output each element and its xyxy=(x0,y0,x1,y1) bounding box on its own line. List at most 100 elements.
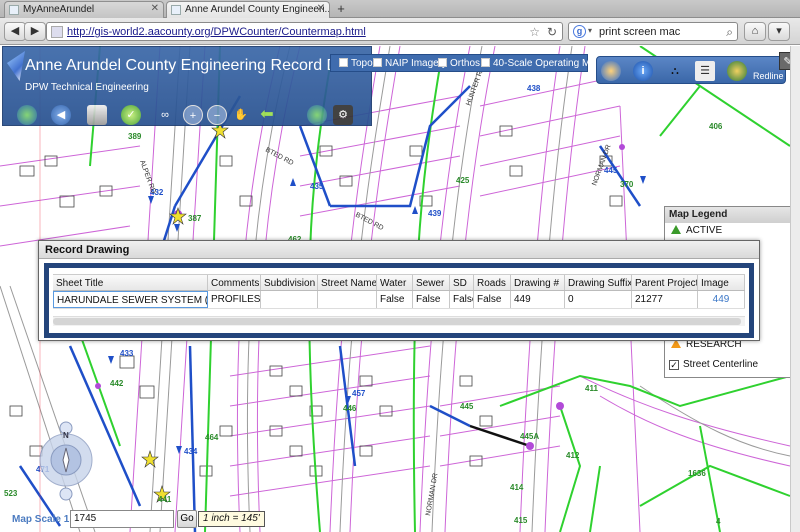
checkbox[interactable] xyxy=(481,58,490,67)
forward-button[interactable]: ▶ xyxy=(24,22,46,41)
scale-ratio: 1 inch = 145' xyxy=(198,511,265,527)
navigation-compass[interactable]: N xyxy=(38,418,94,502)
column-header[interactable]: Sewer xyxy=(413,275,450,290)
identify-icon[interactable] xyxy=(601,61,621,81)
column-header[interactable]: Comments xyxy=(208,275,261,290)
grid-header: Sheet Title Comments Subdivision Street … xyxy=(53,274,745,291)
table-cell[interactable] xyxy=(261,291,318,308)
map-label: 1636 xyxy=(688,469,706,478)
measure-icon[interactable]: ⛬ xyxy=(665,61,685,81)
bookmark-star-icon[interactable]: ☆ xyxy=(529,25,540,39)
list-icon[interactable]: ☰ xyxy=(695,61,715,81)
check-icon[interactable]: ✓ xyxy=(121,105,141,125)
settings-icon[interactable]: ⚙ xyxy=(333,105,353,125)
image-link[interactable]: 449 xyxy=(698,291,745,308)
full-extent-globe-icon[interactable] xyxy=(17,105,37,125)
table-cell[interactable]: PROFILES xyxy=(208,291,261,308)
globe-icon[interactable] xyxy=(307,105,327,125)
scale-input[interactable]: 1745 xyxy=(70,510,174,528)
legend-title: Map Legend xyxy=(665,207,796,223)
layer-40-scale[interactable]: 40-Scale Operating Maps xyxy=(481,58,606,69)
new-tab-button[interactable]: + xyxy=(332,1,350,17)
redline-globe-icon[interactable] xyxy=(727,61,747,81)
column-header[interactable]: Roads xyxy=(474,275,511,290)
legend-label: Street Centerline xyxy=(683,359,759,370)
horizontal-scrollbar[interactable] xyxy=(53,316,745,326)
address-bar[interactable]: http://gis-world2.aacounty.org/DPWCounte… xyxy=(46,22,563,41)
table-cell[interactable]: False xyxy=(474,291,511,308)
layer-orthos[interactable]: Orthos xyxy=(438,58,480,69)
column-header[interactable]: Image xyxy=(698,275,745,290)
chevron-down-icon[interactable]: ▾ xyxy=(588,26,592,35)
go-button[interactable]: Go xyxy=(177,510,197,528)
layer-naip-imagery[interactable]: NAIP Imagery xyxy=(373,58,447,69)
back-button[interactable]: ◀ xyxy=(4,22,26,41)
reload-icon[interactable]: ↻ xyxy=(547,25,557,39)
vertical-scrollbar[interactable] xyxy=(790,46,800,532)
column-header[interactable]: SD xyxy=(450,275,474,290)
column-header[interactable]: Street Name xyxy=(318,275,377,290)
map-label: 433 xyxy=(120,349,134,358)
table-cell[interactable]: 21277 xyxy=(632,291,698,308)
map-label: 412 xyxy=(566,451,580,460)
map-label: 523 xyxy=(4,489,18,498)
tab-label: Anne Arundel County Engineeri... xyxy=(185,4,330,15)
table-row[interactable]: HARUNDALE SEWER SYSTEM (SEWER) PROFILES … xyxy=(53,291,745,309)
right-toolbar: i ⛬ ☰ Redline xyxy=(596,56,786,84)
table-cell[interactable]: False xyxy=(413,291,450,308)
map-label: 445A xyxy=(520,432,539,441)
column-header[interactable]: Sheet Title xyxy=(53,275,208,290)
column-header[interactable]: Drawing Suffix xyxy=(565,275,632,290)
column-header[interactable]: Parent Project xyxy=(632,275,698,290)
column-header[interactable]: Water xyxy=(377,275,413,290)
tab-engineering[interactable]: Anne Arundel County Engineeri... ✕ xyxy=(166,1,330,18)
home-button[interactable]: ⌂ xyxy=(744,22,766,41)
scale-bar: Map Scale 1: 1745 Go 1 inch = 145' xyxy=(0,508,270,532)
search-input[interactable]: print screen mac xyxy=(599,26,680,38)
tab-myannearundel[interactable]: MyAnneArundel ✕ xyxy=(4,1,164,18)
table-cell[interactable] xyxy=(318,291,377,308)
column-header[interactable]: Subdivision xyxy=(261,275,318,290)
map-label: 370 xyxy=(620,180,634,189)
table-cell[interactable]: False xyxy=(377,291,413,308)
layer-topo[interactable]: Topo xyxy=(339,58,373,69)
table-cell[interactable]: 449 xyxy=(511,291,565,308)
scrollbar-thumb[interactable] xyxy=(53,318,741,325)
compass-graphic: N xyxy=(39,421,93,501)
legend-label: ACTIVE xyxy=(686,225,723,236)
zoom-out-icon[interactable]: − xyxy=(207,105,227,125)
column-header[interactable]: Drawing # xyxy=(511,275,565,290)
back-arrow-icon[interactable]: ⬅ xyxy=(257,105,277,125)
pan-hand-icon[interactable]: ✋ xyxy=(231,105,251,125)
search-box[interactable]: g ▾ print screen mac ⌕ xyxy=(568,22,738,41)
site-icon xyxy=(51,26,63,38)
layer-label: Topo xyxy=(351,58,373,69)
table-cell[interactable]: False xyxy=(450,291,474,308)
map-label: 435 xyxy=(310,182,324,191)
table-cell[interactable]: HARUNDALE SEWER SYSTEM (SEWER) xyxy=(53,291,208,308)
info-icon[interactable]: i xyxy=(633,61,653,81)
previous-extent-icon[interactable]: ◀ xyxy=(51,105,71,125)
legend-street-centerline[interactable]: ✓ Street Centerline xyxy=(669,359,758,370)
favicon-icon xyxy=(9,5,19,15)
map-label: 434 xyxy=(184,447,198,456)
search-icon[interactable]: ⌕ xyxy=(726,25,733,40)
record-drawing-dialog: Record Drawing Sheet Title Comments Subd… xyxy=(38,240,760,341)
zoom-in-icon[interactable]: + xyxy=(183,105,203,125)
dialog-title: Record Drawing xyxy=(39,241,759,259)
link-icon[interactable]: ∞ xyxy=(155,105,175,125)
close-icon[interactable]: ✕ xyxy=(151,3,159,14)
close-icon[interactable]: ✕ xyxy=(317,3,325,14)
checkbox[interactable]: ✓ xyxy=(669,360,679,370)
checkbox[interactable] xyxy=(373,58,382,67)
menu-button[interactable]: ▾ xyxy=(768,22,790,41)
google-icon[interactable]: g xyxy=(573,25,586,38)
table-cell[interactable]: 0 xyxy=(565,291,632,308)
map-label: 446 xyxy=(343,404,357,413)
print-icon[interactable] xyxy=(87,105,107,125)
checkbox[interactable] xyxy=(339,58,348,67)
map-label: 414 xyxy=(510,483,524,492)
redline-label[interactable]: Redline xyxy=(753,71,784,81)
layer-toggle-bar: Topo NAIP Imagery Orthos 40-Scale Operat… xyxy=(330,54,606,72)
checkbox[interactable] xyxy=(438,58,447,67)
